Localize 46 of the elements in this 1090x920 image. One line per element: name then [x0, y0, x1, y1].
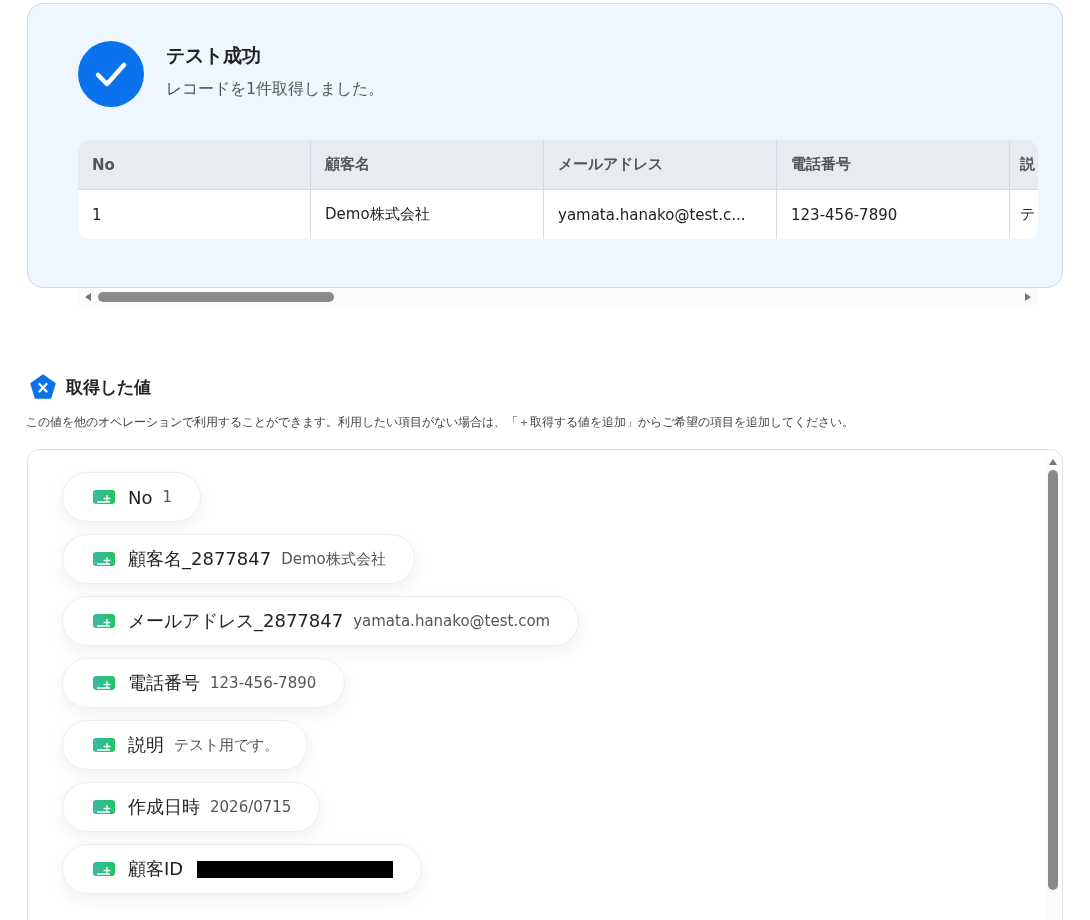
- column-header: 顧客名: [311, 140, 544, 189]
- value-chip[interactable]: 説明 テスト用です。: [62, 720, 308, 770]
- value-chip[interactable]: 顧客名_2877847 Demo株式会社: [62, 534, 415, 584]
- section-title: 取得した値: [66, 375, 151, 399]
- pentagon-x-icon: [30, 374, 56, 400]
- checkmark-icon: [78, 41, 144, 107]
- table-cell: 1: [78, 190, 311, 239]
- value-chip[interactable]: 電話番号 123-456-7890: [62, 658, 346, 708]
- column-header: 電話番号: [777, 140, 1010, 189]
- tag-plus-icon: [93, 799, 115, 815]
- table-cell: 123-456-7890: [777, 190, 1010, 239]
- table-cell: yamata.hanako@test.c...: [544, 190, 777, 239]
- column-header: メールアドレス: [544, 140, 777, 189]
- column-header: No: [78, 140, 311, 189]
- value-chip[interactable]: メールアドレス_2877847 yamata.hanako@test.com: [62, 596, 580, 646]
- value-text: 2026/0715: [210, 798, 292, 816]
- value-label: 顧客名_2877847: [128, 547, 272, 571]
- section-description: この値を他のオペレーションで利用することができます。利用したい項目がない場合は、「＋取得する値を追加」からご希望の項目を追加してください。: [26, 414, 855, 431]
- value-label: メールアドレス_2877847: [128, 609, 344, 633]
- tag-plus-icon: [93, 551, 115, 567]
- scroll-right-icon[interactable]: [1024, 292, 1032, 302]
- scroll-up-icon[interactable]: [1048, 458, 1058, 466]
- table-cell: Demo株式会社: [311, 190, 544, 239]
- value-text: テスト用です。: [174, 735, 279, 755]
- result-title: テスト成功: [166, 42, 262, 68]
- value-text: yamata.hanako@test.com: [353, 612, 551, 630]
- value-chip[interactable]: 顧客ID: [62, 844, 423, 894]
- value-chip[interactable]: 作成日時 2026/0715: [62, 782, 321, 832]
- value-text: Demo株式会社: [281, 549, 386, 569]
- tag-plus-icon: [93, 861, 115, 877]
- tag-plus-icon: [93, 675, 115, 691]
- value-label: 作成日時: [128, 795, 200, 819]
- scroll-left-icon[interactable]: [84, 292, 92, 302]
- result-message: レコードを1件取得しました。: [166, 78, 385, 100]
- tag-plus-icon: [93, 613, 115, 629]
- value-label: No: [128, 486, 153, 508]
- column-header: 説: [1019, 154, 1036, 175]
- value-label: 説明: [128, 733, 164, 757]
- tag-plus-icon: [93, 489, 115, 505]
- value-label: 電話番号: [128, 671, 200, 695]
- value-text: 123-456-7890: [210, 674, 317, 692]
- tag-plus-icon: [93, 737, 115, 753]
- value-chip[interactable]: No 1: [62, 472, 202, 522]
- value-text: 1: [162, 488, 173, 506]
- table-cell-text: テ: [1019, 204, 1036, 225]
- value-label: 顧客ID: [128, 857, 184, 881]
